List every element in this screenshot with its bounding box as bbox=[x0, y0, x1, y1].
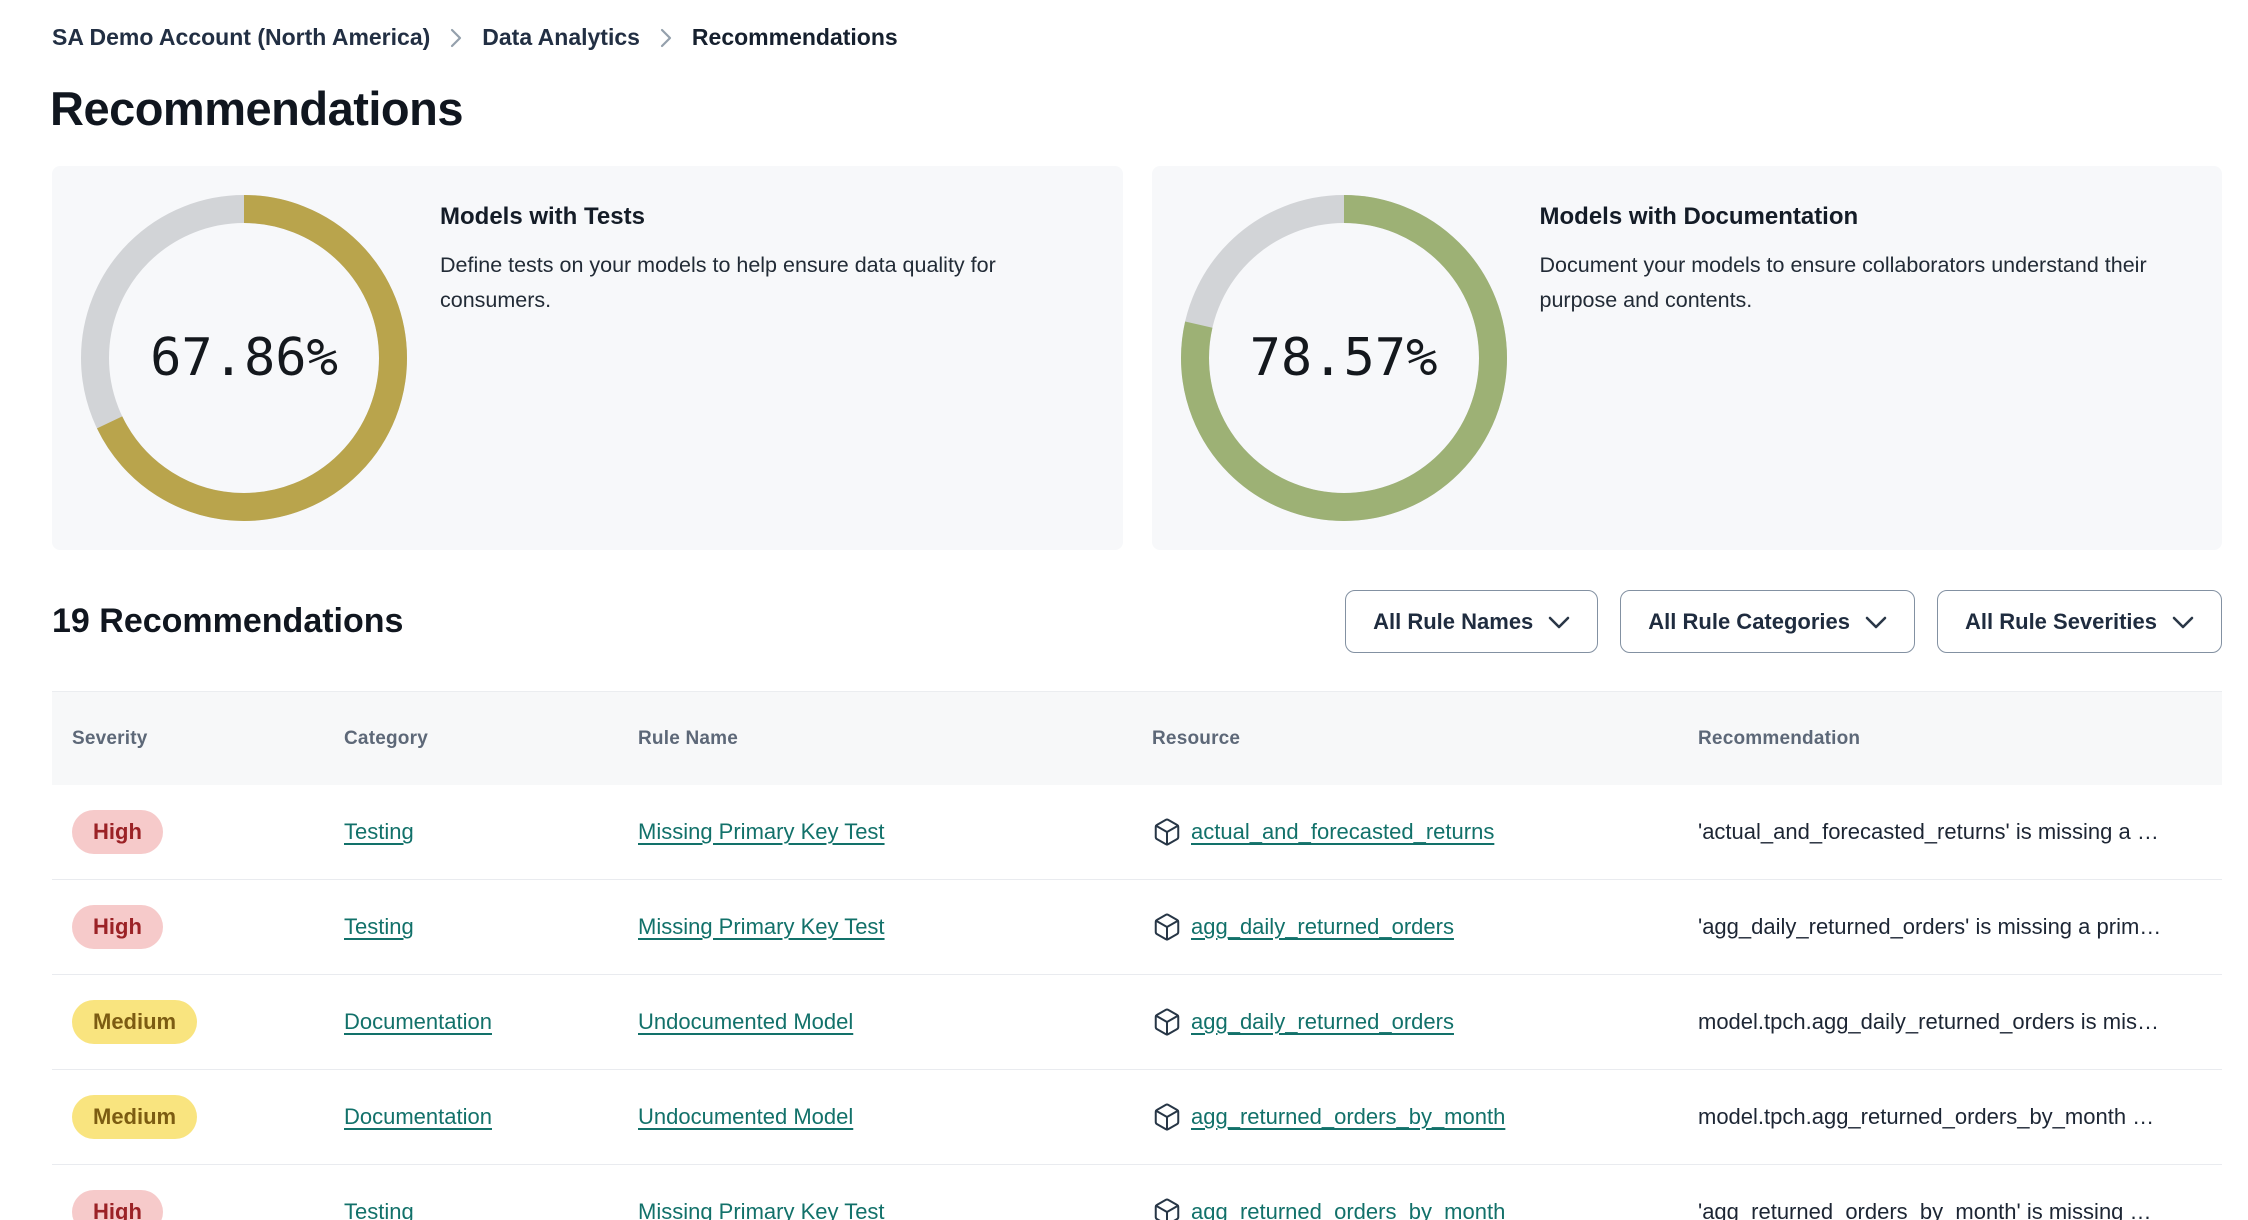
severity-badge: Medium bbox=[72, 1000, 198, 1044]
card-title: Models with Documentation bbox=[1539, 203, 1859, 230]
table-row: High Testing Missing Primary Key Test ag… bbox=[52, 880, 2222, 975]
column-header-severity: Severity bbox=[72, 727, 148, 749]
page-title: Recommendations bbox=[50, 82, 463, 135]
rule-name-link[interactable]: Missing Primary Key Test bbox=[638, 1199, 885, 1220]
filter-label: All Rule Categories bbox=[1648, 608, 1851, 634]
recommendations-count: 19 Recommendations bbox=[52, 602, 404, 640]
severity-badge: High bbox=[72, 905, 163, 949]
category-link[interactable]: Testing bbox=[344, 914, 414, 939]
column-header-recommendation: Recommendation bbox=[1698, 727, 1861, 749]
breadcrumb-project-link[interactable]: Data Analytics bbox=[482, 24, 640, 51]
column-header-rule-name: Rule Name bbox=[638, 727, 739, 749]
list-header-bar: 19 Recommendations All Rule Names All Ru… bbox=[52, 590, 2222, 653]
category-link[interactable]: Documentation bbox=[344, 1009, 492, 1034]
model-box-icon bbox=[1152, 912, 1182, 942]
resource-link[interactable]: agg_daily_returned_orders bbox=[1191, 1009, 1454, 1035]
table-row: Medium Documentation Undocumented Model … bbox=[52, 975, 2222, 1070]
rule-severities-filter[interactable]: All Rule Severities bbox=[1937, 590, 2222, 653]
category-link[interactable]: Testing bbox=[344, 1199, 414, 1220]
column-header-category: Category bbox=[344, 727, 428, 749]
resource-link[interactable]: actual_and_forecasted_returns bbox=[1191, 819, 1494, 845]
tests-percent-value: 67.86% bbox=[150, 328, 338, 388]
category-link[interactable]: Testing bbox=[344, 819, 414, 844]
severity-badge: High bbox=[72, 1190, 163, 1220]
recommendation-text: model.tpch.agg_daily_returned_orders is … bbox=[1698, 1009, 2160, 1034]
rule-name-link[interactable]: Undocumented Model bbox=[638, 1104, 853, 1129]
rule-name-link[interactable]: Missing Primary Key Test bbox=[638, 914, 885, 939]
chevron-down-icon bbox=[1865, 609, 1887, 635]
breadcrumb-current: Recommendations bbox=[691, 24, 898, 50]
resource-link[interactable]: agg_returned_orders_by_month bbox=[1191, 1199, 1505, 1220]
rule-categories-filter[interactable]: All Rule Categories bbox=[1620, 590, 1916, 653]
breadcrumb-account-link[interactable]: SA Demo Account (North America) bbox=[52, 24, 430, 51]
card-title: Models with Tests bbox=[440, 203, 645, 230]
table-header: Severity Category Rule Name Resource Rec… bbox=[52, 691, 2222, 785]
recommendation-text: 'agg_returned_orders_by_month' is missin… bbox=[1698, 1199, 2152, 1220]
chevron-right-icon bbox=[450, 27, 462, 49]
resource-link[interactable]: agg_returned_orders_by_month bbox=[1191, 1104, 1505, 1130]
rule-name-link[interactable]: Undocumented Model bbox=[638, 1009, 853, 1034]
card-models-with-documentation: 78.57% Models with Documentation Documen… bbox=[1151, 166, 2222, 550]
filters: All Rule Names All Rule Categories All R… bbox=[1345, 590, 2222, 653]
column-header-resource: Resource bbox=[1152, 727, 1241, 749]
category-link[interactable]: Documentation bbox=[344, 1104, 492, 1129]
summary-cards: 67.86% Models with Tests Define tests on… bbox=[52, 166, 2222, 550]
chevron-right-icon bbox=[660, 27, 672, 49]
card-description: Document your models to ensure collabora… bbox=[1539, 253, 2147, 312]
resource-link[interactable]: agg_daily_returned_orders bbox=[1191, 914, 1454, 940]
model-box-icon bbox=[1152, 1102, 1182, 1132]
card-description: Define tests on your models to help ensu… bbox=[440, 253, 996, 312]
recommendation-text: model.tpch.agg_returned_orders_by_month … bbox=[1698, 1104, 2155, 1129]
table-row: High Testing Missing Primary Key Test ac… bbox=[52, 785, 2222, 880]
recommendation-text: 'agg_daily_returned_orders' is missing a… bbox=[1698, 914, 2162, 939]
chevron-down-icon bbox=[2172, 609, 2194, 635]
table-row: High Testing Missing Primary Key Test ag… bbox=[52, 1165, 2222, 1220]
filter-label: All Rule Severities bbox=[1965, 608, 2157, 634]
breadcrumb: SA Demo Account (North America) Data Ana… bbox=[52, 24, 2222, 51]
table-body: High Testing Missing Primary Key Test ac… bbox=[52, 785, 2222, 1220]
model-box-icon bbox=[1152, 817, 1182, 847]
card-models-with-tests: 67.86% Models with Tests Define tests on… bbox=[52, 166, 1123, 550]
filter-label: All Rule Names bbox=[1373, 608, 1534, 634]
docs-percent-value: 78.57% bbox=[1249, 328, 1438, 388]
recommendations-table: Severity Category Rule Name Resource Rec… bbox=[52, 691, 2222, 1220]
model-box-icon bbox=[1152, 1007, 1182, 1037]
rule-name-link[interactable]: Missing Primary Key Test bbox=[638, 819, 885, 844]
docs-donut-chart: 78.57% bbox=[1180, 195, 1507, 521]
severity-badge: High bbox=[72, 810, 163, 854]
model-box-icon bbox=[1152, 1197, 1182, 1220]
table-row: Medium Documentation Undocumented Model … bbox=[52, 1070, 2222, 1165]
severity-badge: Medium bbox=[72, 1095, 198, 1139]
tests-donut-chart: 67.86% bbox=[81, 195, 407, 521]
rule-names-filter[interactable]: All Rule Names bbox=[1345, 590, 1599, 653]
recommendation-text: 'actual_and_forecasted_returns' is missi… bbox=[1698, 819, 2159, 844]
chevron-down-icon bbox=[1548, 609, 1570, 635]
